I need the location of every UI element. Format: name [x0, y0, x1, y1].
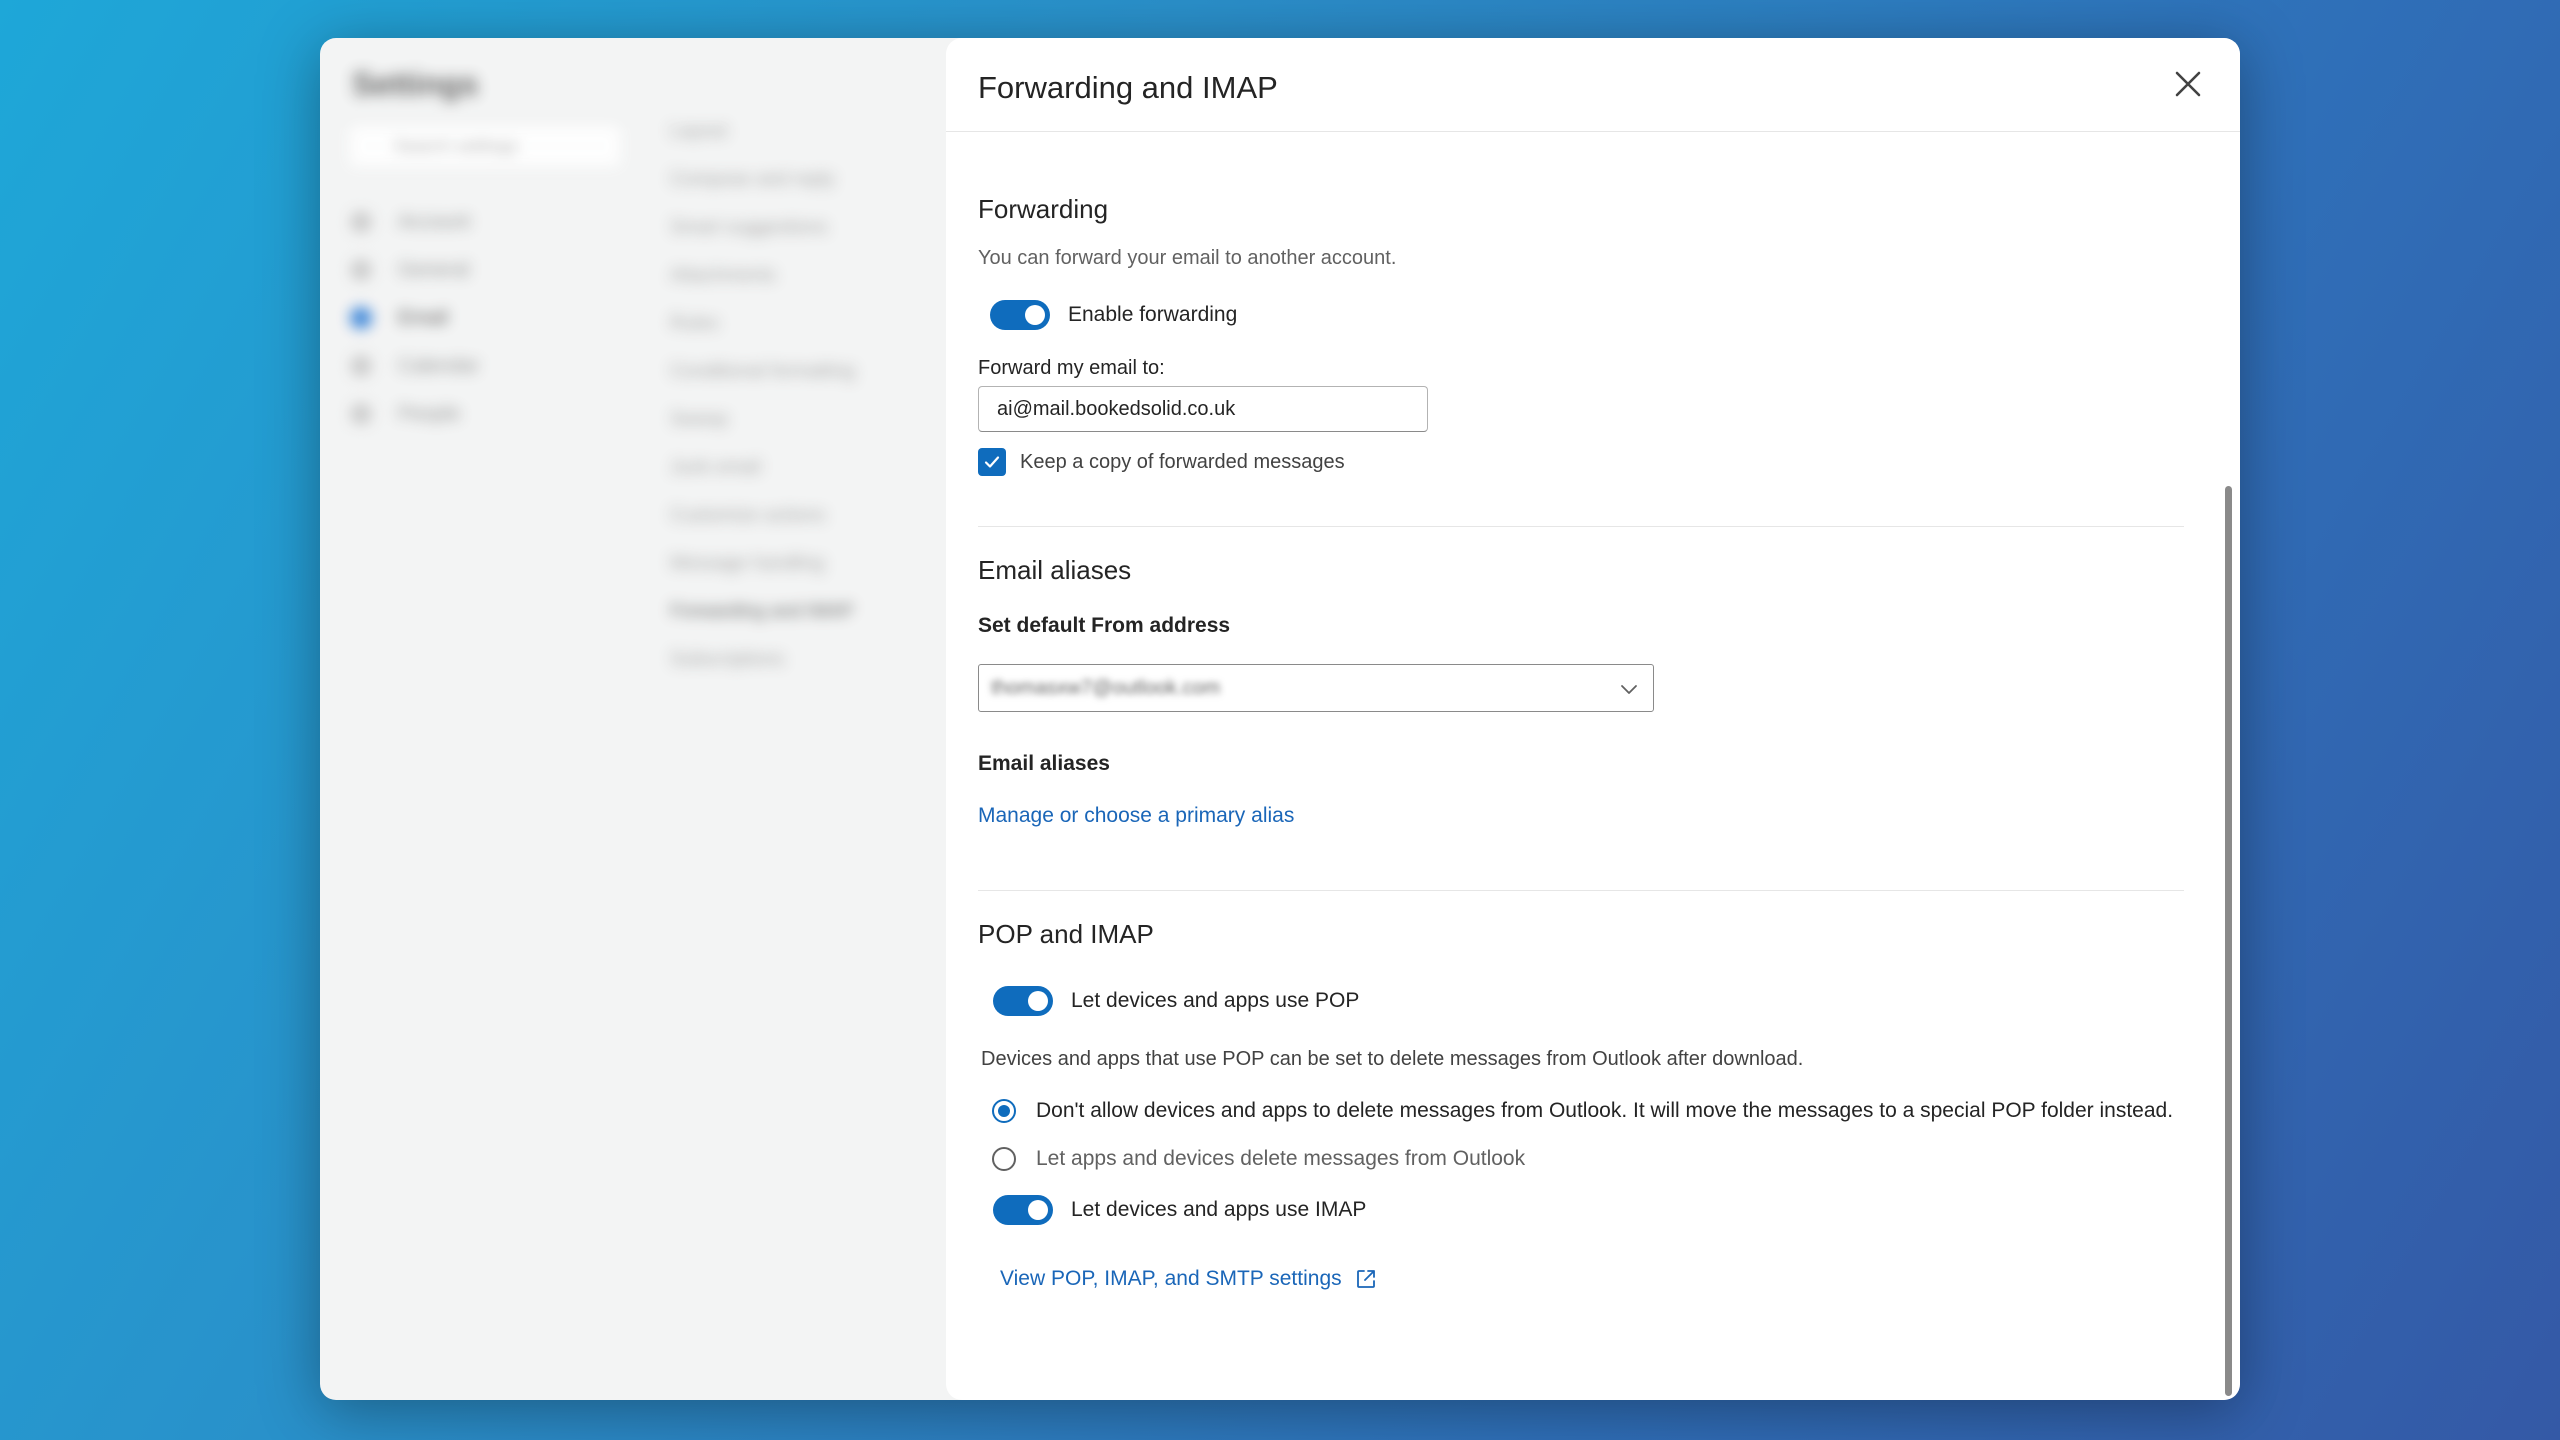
settings-subnav: Layout Compose and reply Smart suggestio… [670, 108, 855, 684]
section-divider [978, 526, 2184, 527]
subnav-item[interactable]: Subscriptions [670, 636, 855, 684]
subnav-item[interactable]: Sweep [670, 396, 855, 444]
scrollbar[interactable] [2225, 486, 2232, 1396]
people-icon [350, 403, 372, 425]
settings-nav: Account General Email Calendar People [350, 198, 479, 438]
forwarding-imap-panel: Forwarding and IMAP Forwarding You can f… [946, 38, 2240, 1400]
calendar-icon [350, 355, 372, 377]
subnav-item-forwarding[interactable]: Forwarding and IMAP [670, 588, 855, 636]
subnav-item[interactable]: Smart suggestions [670, 204, 855, 252]
default-from-dropdown[interactable]: thomasxw7@outlook.com [978, 664, 1654, 712]
nav-item-account[interactable]: Account [350, 198, 479, 246]
enable-forwarding-label: Enable forwarding [1068, 303, 1238, 326]
option-no-delete-label: Don't allow devices and apps to delete m… [1036, 1099, 2174, 1122]
keep-copy-checkbox[interactable] [978, 448, 1006, 476]
checkmark-icon [984, 456, 1000, 468]
keep-copy-label: Keep a copy of forwarded messages [1020, 450, 1345, 473]
subnav-item[interactable]: Attachments [670, 252, 855, 300]
close-icon [2175, 71, 2201, 97]
subnav-item[interactable]: Compose and reply [670, 156, 855, 204]
smtp-settings-link[interactable]: View POP, IMAP, and SMTP settings [1000, 1267, 1342, 1291]
enable-forwarding-row: Enable forwarding [978, 300, 2184, 330]
panel-content: Forwarding You can forward your email to… [978, 132, 2184, 1291]
panel-title: Forwarding and IMAP [978, 70, 1278, 105]
option-no-delete-row: Don't allow devices and apps to delete m… [978, 1099, 2184, 1123]
close-button[interactable] [2170, 66, 2206, 102]
chevron-down-icon [1621, 685, 1637, 694]
nav-item-people[interactable]: People [350, 390, 479, 438]
manage-alias-link[interactable]: Manage or choose a primary alias [978, 804, 2184, 828]
forward-to-label: Forward my email to: [978, 357, 1165, 379]
subnav-item[interactable]: Junk email [670, 444, 855, 492]
subnav-item[interactable]: Rules [670, 300, 855, 348]
forward-to-input[interactable]: ai@mail.bookedsolid.co.uk [978, 386, 1428, 432]
nav-item-calendar[interactable]: Calendar [350, 342, 479, 390]
settings-title: Settings [352, 66, 479, 102]
option-no-delete-radio[interactable] [992, 1099, 1016, 1123]
forwarding-description: You can forward your email to another ac… [978, 247, 1397, 269]
pop-imap-title: POP and IMAP [978, 919, 1154, 949]
imap-row: Let devices and apps use IMAP [978, 1195, 2184, 1225]
external-link-icon[interactable] [1354, 1267, 1378, 1291]
settings-window: Settings Search settings Account General… [320, 38, 2240, 1400]
aliases-title: Email aliases [978, 555, 1132, 585]
pop-label: Let devices and apps use POP [1071, 989, 1360, 1012]
mail-icon [350, 307, 372, 329]
imap-label: Let devices and apps use IMAP [1071, 1198, 1367, 1221]
background-settings: Settings Search settings Account General… [320, 38, 1000, 1400]
nav-item-general[interactable]: General [350, 246, 479, 294]
option-delete-radio[interactable] [992, 1147, 1016, 1171]
pop-row: Let devices and apps use POP [978, 986, 2184, 1016]
email-aliases-label: Email aliases [978, 752, 1110, 775]
smtp-settings-row: View POP, IMAP, and SMTP settings [978, 1267, 2184, 1291]
default-from-label: Set default From address [978, 614, 1231, 637]
imap-toggle[interactable] [993, 1195, 1053, 1225]
subnav-item[interactable]: Message handling [670, 540, 855, 588]
section-divider [978, 890, 2184, 891]
nav-item-email[interactable]: Email [350, 294, 479, 342]
forwarding-title: Forwarding [978, 194, 1109, 224]
pop-description: Devices and apps that use POP can be set… [981, 1048, 1804, 1070]
option-delete-row: Let apps and devices delete messages fro… [978, 1147, 2184, 1171]
pop-toggle[interactable] [993, 986, 1053, 1016]
subnav-item[interactable]: Conditional formatting [670, 348, 855, 396]
enable-forwarding-toggle[interactable] [990, 300, 1050, 330]
panel-header: Forwarding and IMAP [946, 38, 2240, 132]
default-from-value: thomasxw7@outlook.com [991, 676, 1221, 699]
subnav-item[interactable]: Layout [670, 108, 855, 156]
keep-copy-row: Keep a copy of forwarded messages [978, 448, 2184, 476]
account-icon [350, 211, 372, 233]
subnav-item[interactable]: Customize actions [670, 492, 855, 540]
option-delete-label: Let apps and devices delete messages fro… [1036, 1147, 1526, 1170]
gear-icon [350, 259, 372, 281]
settings-search-input[interactable]: Search settings [350, 126, 620, 166]
